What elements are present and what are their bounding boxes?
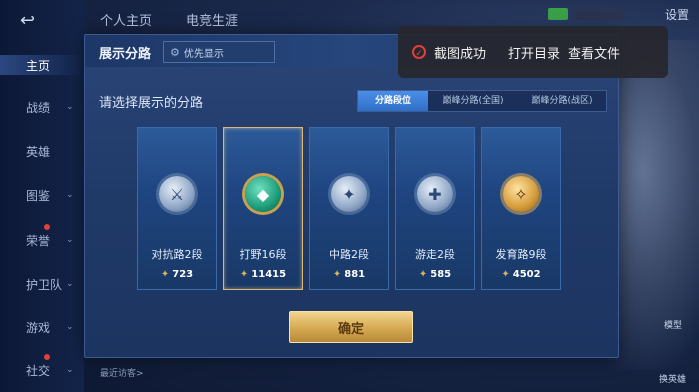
chevron-down-icon: ⌄ [66,322,74,332]
panel-title: 展示分路 [99,47,152,62]
segment-peak-region[interactable]: 巅峰分路(战区) [518,91,606,111]
tab-personal-home[interactable]: 个人主页 [100,10,152,29]
lane-score: ✦ 881 [310,269,388,280]
chevron-down-icon: ⌄ [66,102,74,112]
sidebar-item-label: 游戏 [26,320,51,335]
screenshot-toast: ✓ 截图成功 打开目录 查看文件 [398,26,668,78]
score-icon: ✦ [501,269,510,280]
segment-lane-rank[interactable]: 分路段位 [358,91,428,111]
settings-button[interactable]: 设置 [665,6,689,23]
lane-rank-label: 中路2段 [329,248,369,261]
sidebar-item-label: 英雄 [26,144,51,159]
rank-emblem-icon: ✧ [503,176,539,212]
score-icon: ✦ [160,269,170,280]
lane-display-panel: 展示分路 ⚙ 优先显示 请选择展示的分路 分路段位 巅峰分路(全国) 巅峰分路(… [84,34,619,358]
lane-card[interactable]: ✦ 中路2段 ✦ 881 [309,127,389,290]
sidebar-item-label: 战绩 [26,100,51,115]
toast-message: 截图成功 [434,46,487,62]
chevron-down-icon: ⌄ [66,235,74,245]
segment-peak-national[interactable]: 巅峰分路(全国) [428,91,518,111]
lane-rank-label: 发育路9段 [495,248,547,261]
sidebar-item[interactable]: 战绩 ⌄ [0,97,84,117]
tab-esports-career[interactable]: 电竞生涯 [186,10,238,29]
confirm-button[interactable]: 确定 [289,311,413,343]
notification-dot [44,224,50,230]
lane-score: ✦ 11415 [224,269,302,280]
lane-card[interactable]: ◆ 打野16段 ✦ 11415 [223,127,303,290]
chevron-down-icon: ⌄ [66,279,74,289]
sidebar-item-label: 图鉴 [26,188,51,203]
segment-control: 分路段位 巅峰分路(全国) 巅峰分路(战区) [357,90,607,112]
rank-emblem-icon: ◆ [245,176,281,212]
currency-icon [548,8,568,20]
model-button[interactable]: 模型 [664,318,682,331]
lane-score-value: 723 [172,269,194,280]
sidebar-item[interactable]: 游戏 ⌄ [0,317,84,337]
lane-score-value: 11415 [251,269,287,280]
sidebar-item[interactable]: 荣誉 ⌄ [0,224,84,250]
sidebar-item-label: 护卫队 [26,277,63,292]
change-hero-button[interactable]: 换英雄 [659,372,686,385]
notification-dot [44,354,50,360]
lane-card[interactable]: ⚔ 对抗路2段 ✦ 723 [137,127,217,290]
lane-score-value: 585 [430,269,452,280]
lane-card[interactable]: ✧ 发育路9段 ✦ 4502 [481,127,561,290]
currency-bar [574,8,624,20]
rank-emblem-icon: ⚔ [159,176,195,212]
gear-icon: ⚙ [170,45,180,59]
open-directory-link[interactable]: 打开目录 [508,43,560,62]
sidebar-item[interactable]: 主页 [0,55,84,75]
recent-visitors[interactable]: 最近访客> [100,366,144,379]
back-icon[interactable]: ↩ [20,10,60,31]
lane-score: ✦ 585 [396,269,474,280]
priority-display-button[interactable]: ⚙ 优先显示 [163,41,275,63]
sidebar-item-label: 主页 [26,58,51,73]
lane-rank-label: 打野16段 [239,248,287,261]
left-sidebar: ↩ 主页 战绩 ⌄ 英雄 图鉴 ⌄ 荣誉 ⌄ 护卫队 ⌄ 游戏 ⌄ 社交 ⌄ [0,0,84,392]
lane-score-value: 881 [344,269,366,280]
sidebar-item-label: 荣誉 [26,233,51,248]
view-file-link[interactable]: 查看文件 [568,43,620,62]
lane-rank-label: 对抗路2段 [151,248,203,261]
priority-display-label: 优先显示 [183,48,224,60]
chevron-down-icon: ⌄ [66,190,74,200]
score-icon: ✦ [418,269,428,280]
sidebar-item[interactable]: 图鉴 ⌄ [0,185,84,205]
score-icon: ✦ [332,269,342,280]
score-icon: ✦ [239,269,249,280]
sidebar-item-label: 社交 [26,363,51,378]
lane-card[interactable]: ✚ 游走2段 ✦ 585 [395,127,475,290]
lane-score: ✦ 723 [138,269,216,280]
lane-rank-label: 游走2段 [415,248,455,261]
rank-emblem-icon: ✚ [417,176,453,212]
lane-score: ✦ 4502 [482,269,560,280]
chevron-down-icon: ⌄ [66,365,74,375]
sidebar-item[interactable]: 护卫队 ⌄ [0,274,84,294]
panel-subtitle: 请选择展示的分路 [99,96,204,111]
sidebar-item[interactable]: 社交 ⌄ [0,354,84,380]
rank-emblem-icon: ✦ [331,176,367,212]
sidebar-item[interactable]: 英雄 [0,141,84,161]
lane-score-value: 4502 [512,269,541,280]
check-icon: ✓ [412,45,426,59]
